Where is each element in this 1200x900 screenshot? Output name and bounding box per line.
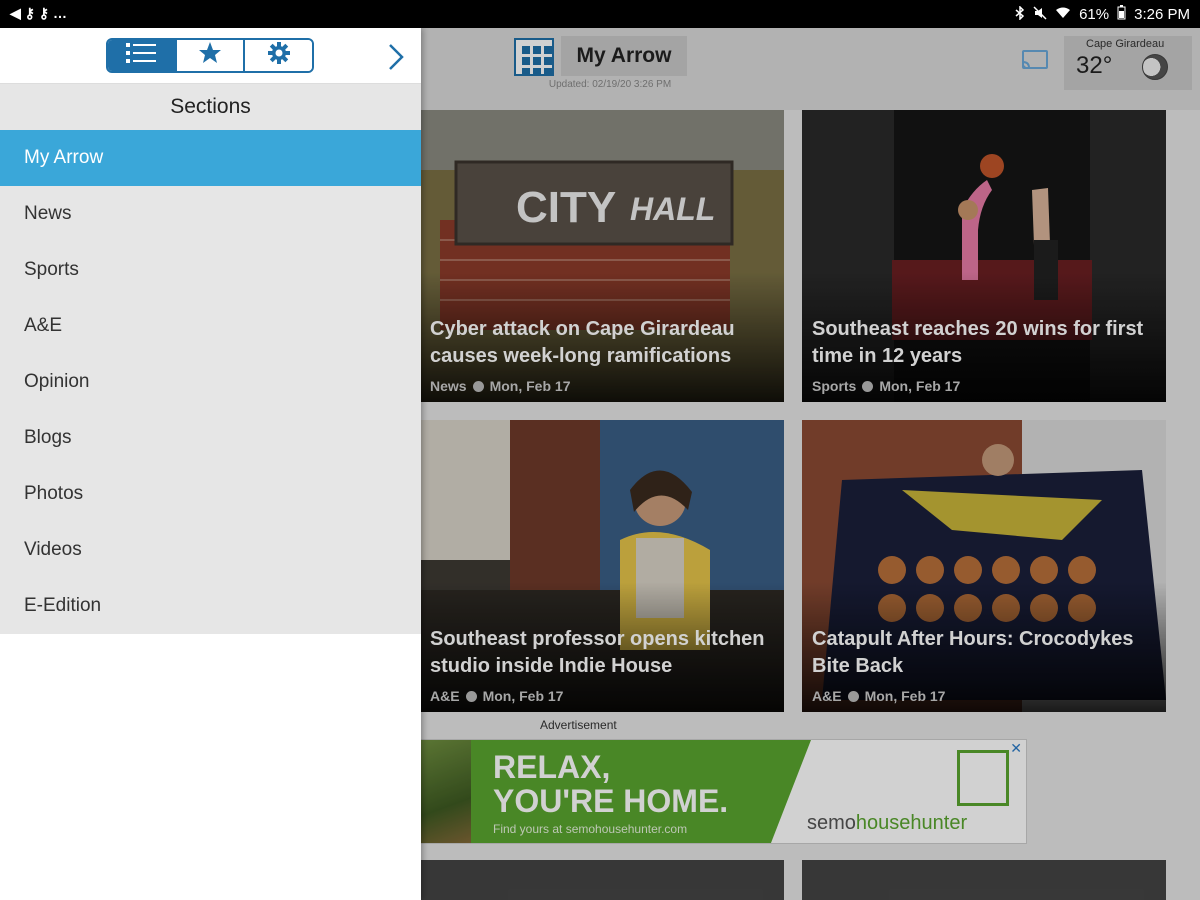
story-meta: A&E Mon, Feb 17 [430, 688, 563, 704]
menu-item-sports[interactable]: Sports [0, 242, 421, 298]
menu-item-blogs[interactable]: Blogs [0, 410, 421, 466]
menu-item-e-edition[interactable]: E-Edition [0, 578, 421, 634]
story-date: Mon, Feb 17 [482, 688, 564, 704]
story-section: A&E [430, 688, 460, 704]
tab-settings[interactable] [245, 40, 312, 71]
svg-text:HALL: HALL [630, 191, 715, 227]
mute-icon [1033, 5, 1047, 24]
dot-icon [465, 690, 477, 702]
dot-icon [847, 690, 859, 702]
updated-timestamp: Updated: 02/19/20 3:26 PM [548, 79, 672, 90]
story-card[interactable] [420, 860, 784, 900]
menu-item-photos[interactable]: Photos [0, 466, 421, 522]
status-notification-icons: ◀ ⚷ ⚷ … [10, 5, 67, 22]
story-section: A&E [812, 688, 842, 704]
ad-banner[interactable]: RELAX, YOU'RE HOME. Find yours at semoho… [420, 739, 1027, 844]
menu-item-opinion[interactable]: Opinion [0, 354, 421, 410]
notification-icons: ◀ ⚷ ⚷ … [10, 5, 67, 21]
menu-item-ae[interactable]: A&E [0, 298, 421, 354]
status-system-icons: 61% 3:26 PM [1015, 4, 1190, 24]
story-card[interactable]: Southeast reaches 20 wins for first time… [802, 110, 1166, 402]
story-title: Cyber attack on Cape Girardeau causes we… [430, 318, 735, 367]
navigation-drawer: Sections My Arrow News Sports A&E Opinio… [0, 28, 421, 900]
ad-headline: YOU'RE HOME. [493, 783, 729, 819]
story-section: News [430, 378, 467, 394]
weather-widget[interactable]: Cape Girardeau 32° [1064, 36, 1192, 90]
weather-city: Cape Girardeau [1086, 38, 1165, 50]
wifi-icon [1055, 6, 1071, 23]
ad-subtext: Find yours at semohousehunter.com [493, 822, 688, 836]
ad-close-icon[interactable]: ✕ [1010, 740, 1022, 757]
story-title: Southeast reaches 20 wins for first time… [812, 318, 1144, 367]
battery-percent: 61% [1079, 6, 1110, 23]
story-title: Southeast professor opens kitchen studio… [430, 628, 765, 677]
status-time: 3:26 PM [1134, 6, 1190, 23]
dot-icon [472, 380, 484, 392]
menu-item-my-arrow[interactable]: My Arrow [0, 130, 421, 186]
cast-icon[interactable] [1020, 48, 1050, 72]
weather-temp: 32° [1076, 52, 1113, 79]
sections-menu: My Arrow News Sports A&E Opinion Blogs P… [0, 130, 421, 634]
menu-item-videos[interactable]: Videos [0, 522, 421, 578]
bluetooth-icon [1015, 4, 1025, 24]
page-title[interactable]: My Arrow [561, 36, 687, 76]
tab-sections[interactable] [108, 40, 177, 71]
story-date: Mon, Feb 17 [864, 688, 946, 704]
ad-headline: RELAX, [493, 749, 611, 785]
story-meta: News Mon, Feb 17 [430, 378, 570, 394]
drawer-tab-group [106, 38, 314, 73]
star-icon [198, 41, 222, 70]
tab-favorites[interactable] [176, 40, 246, 71]
story-card[interactable]: Catapult After Hours: Crocodykes Bite Ba… [802, 420, 1166, 712]
story-date: Mon, Feb 17 [879, 378, 961, 394]
story-card[interactable]: CITY HALL Cyber attack on Cape Girardeau… [420, 110, 784, 402]
story-title: Catapult After Hours: Crocodykes Bite Ba… [812, 628, 1134, 677]
story-card[interactable]: Southeast professor opens kitchen studio… [420, 420, 784, 712]
gear-icon [267, 41, 291, 70]
dot-icon [862, 380, 874, 392]
grid-icon [522, 46, 530, 54]
story-meta: A&E Mon, Feb 17 [812, 688, 945, 704]
grid-view-button[interactable] [514, 38, 554, 76]
battery-icon [1117, 5, 1126, 24]
story-section: Sports [812, 378, 857, 394]
menu-item-news[interactable]: News [0, 186, 421, 242]
sections-heading: Sections [0, 84, 421, 130]
story-meta: Sports Mon, Feb 17 [812, 378, 960, 394]
chevron-right-icon[interactable] [384, 42, 408, 72]
drawer-toolbar [0, 28, 421, 84]
ad-brand: semohousehunter [807, 812, 968, 834]
moon-icon [1142, 54, 1168, 80]
story-date: Mon, Feb 17 [489, 378, 571, 394]
status-bar: ◀ ⚷ ⚷ … 61% 3:26 PM [0, 0, 1200, 28]
ad-logo-icon [957, 750, 1009, 806]
svg-text:CITY: CITY [516, 183, 616, 232]
list-icon [126, 42, 157, 69]
story-card[interactable] [802, 860, 1166, 900]
ad-label: Advertisement [540, 718, 617, 732]
